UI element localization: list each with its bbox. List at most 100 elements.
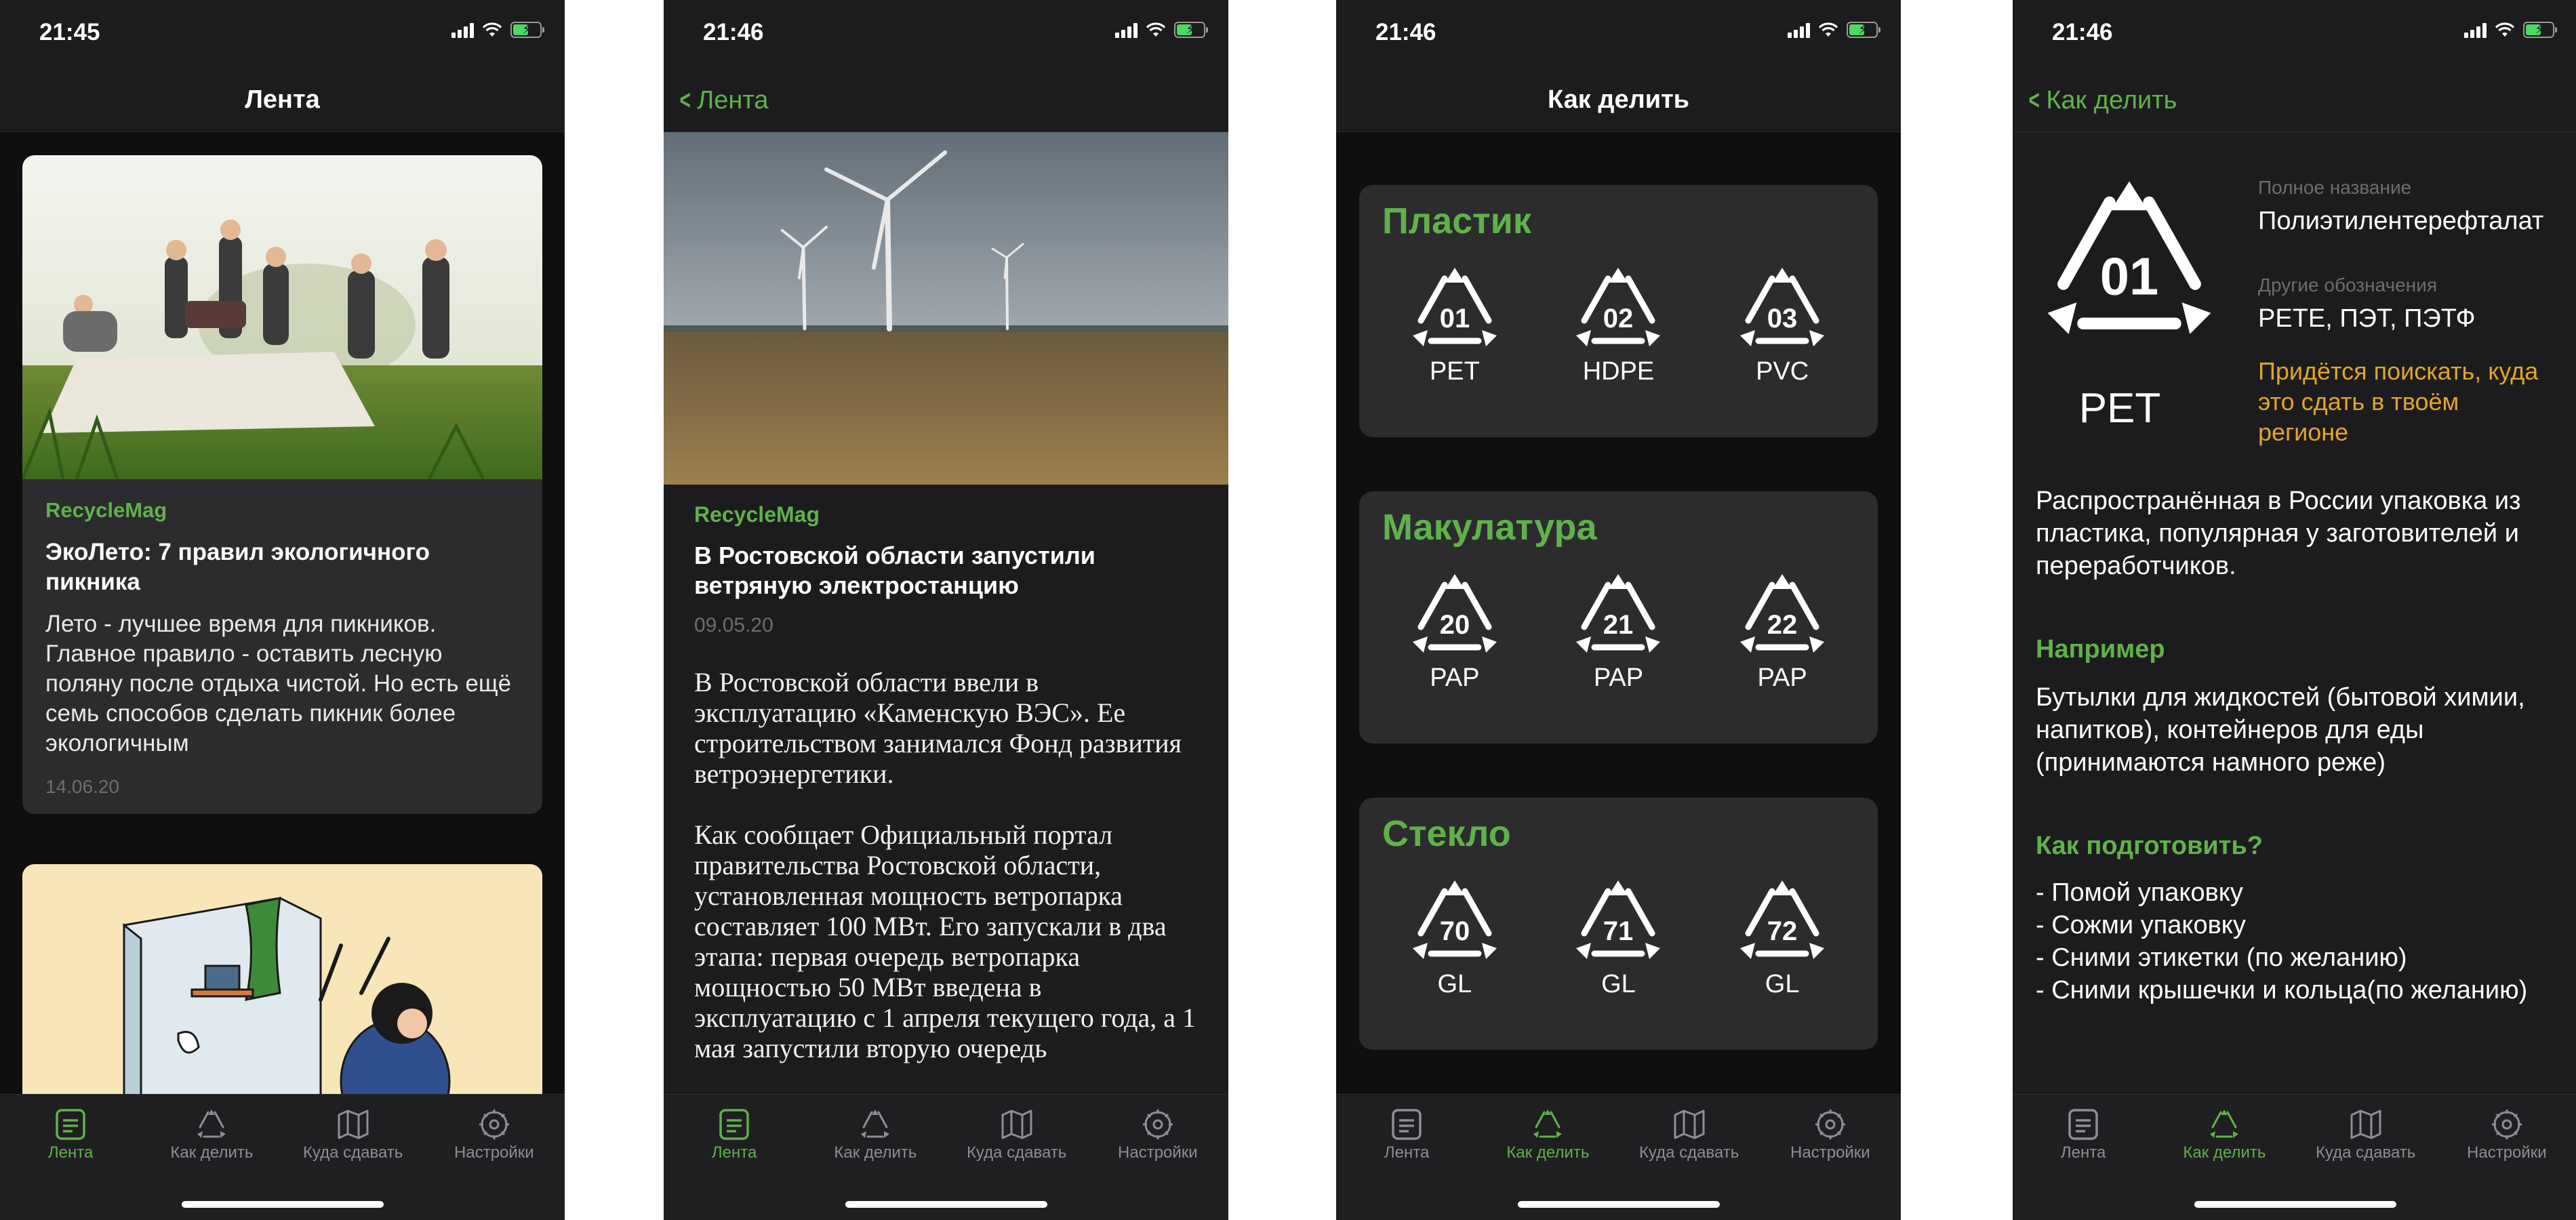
tab-label: Как делить — [1506, 1143, 1590, 1162]
code-item-01[interactable]: 01 PET — [1387, 265, 1523, 386]
example-heading: Например — [2036, 635, 2165, 664]
gear-icon — [1815, 1110, 1845, 1139]
feed-icon — [2068, 1109, 2098, 1140]
battery-icon: ⚡ — [2523, 22, 2557, 38]
back-button[interactable]: < Как делить — [2026, 85, 2177, 116]
tab-feed[interactable]: Лента — [3, 1108, 138, 1162]
tab-label: Настройки — [1118, 1143, 1198, 1162]
signal-icon — [1115, 22, 1138, 38]
tab-label: Как делить — [170, 1143, 254, 1162]
recycle-triangle-icon: 71 — [1576, 880, 1661, 959]
status-bar: 21:45 ⚡ — [0, 0, 565, 68]
status-time: 21:46 — [703, 19, 764, 45]
map-icon — [1001, 1110, 1032, 1139]
wifi-icon — [1146, 22, 1166, 37]
home-indicator — [2194, 1201, 2396, 1208]
wifi-icon — [482, 22, 502, 37]
map-icon — [1674, 1110, 1705, 1139]
card-source: RecycleMag — [45, 498, 167, 522]
code-item-02[interactable]: 02 HDPE — [1550, 265, 1686, 386]
code-number: 71 — [1603, 916, 1634, 946]
article-card[interactable]: RecycleMag ЭкоЛето: 7 правил экологичног… — [22, 155, 542, 814]
tab-feed[interactable]: Лента — [2015, 1108, 2151, 1162]
recycle-icon — [861, 1110, 890, 1138]
signal-icon — [2464, 22, 2487, 38]
feed-icon — [56, 1109, 85, 1140]
screen-feed: 21:45 ⚡ Лента RecycleMag ЭкоЛето: 7 прав… — [0, 0, 565, 1220]
recycle-triangle-icon: 22 — [1740, 574, 1825, 653]
code-number: 72 — [1767, 916, 1798, 946]
tab-feed[interactable]: Лента — [1339, 1108, 1474, 1162]
example-text: Бутылки для жидкостей (бытовой химии, на… — [2036, 683, 2525, 777]
signal-icon — [1788, 22, 1810, 38]
code-number: 70 — [1440, 916, 1470, 946]
tab-settings[interactable]: Настройки — [1763, 1108, 1898, 1162]
tab-how-to-sort[interactable]: Как делить — [2156, 1108, 2292, 1162]
category-list[interactable]: Пластик 01 PET 02 HDPE 03 PVC Макулатура — [1336, 132, 1901, 1095]
tab-how-to-sort[interactable]: Как делить — [144, 1108, 279, 1162]
code-label: PET — [1429, 357, 1480, 386]
tab-where-to[interactable]: Куда сдавать — [949, 1108, 1085, 1162]
code-number: 20 — [1440, 610, 1470, 640]
tab-where-to[interactable]: Куда сдавать — [2298, 1108, 2434, 1162]
tab-how-to-sort[interactable]: Как делить — [807, 1108, 943, 1162]
tab-where-to[interactable]: Куда сдавать — [285, 1108, 421, 1162]
recycle-triangle-icon: 70 — [1412, 880, 1497, 959]
code-item-72[interactable]: 72 GL — [1714, 878, 1850, 999]
code-number: 22 — [1767, 610, 1798, 640]
nav-bar: < Лента — [664, 68, 1228, 132]
wifi-icon — [2495, 22, 2515, 37]
signal-icon — [451, 22, 474, 38]
tab-settings[interactable]: Настройки — [426, 1108, 562, 1162]
tab-label: Настройки — [2467, 1143, 2547, 1162]
code-label: GL — [1765, 970, 1800, 998]
status-time: 21:46 — [1375, 19, 1436, 45]
tab-feed[interactable]: Лента — [666, 1108, 802, 1162]
screen-article: 21:46 ⚡ < Лента RecycleMag В Ростовской … — [664, 0, 1228, 1220]
page-title: Как делить — [1547, 85, 1690, 114]
article-content[interactable]: RecycleMag В Ростовской области запустил… — [664, 132, 1228, 1095]
code-item-70[interactable]: 70 GL — [1387, 878, 1523, 999]
code-item-21[interactable]: 21 PAP — [1550, 571, 1686, 693]
tab-bar: Лента Как делить Куда сдавать Настройки — [664, 1094, 1228, 1220]
code-item-03[interactable]: 03 PVC — [1714, 265, 1850, 386]
tab-bar: Лента Как делить Куда сдавать Настройки — [0, 1094, 565, 1220]
status-bar: 21:46 ⚡ — [664, 0, 1228, 68]
code-item-20[interactable]: 20 PAP — [1387, 571, 1523, 693]
screen-code-detail: 21:46 ⚡ < Как делить 01 PET Полное назван… — [2013, 0, 2576, 1220]
tab-settings[interactable]: Настройки — [2439, 1108, 2575, 1162]
article-source: RecycleMag — [694, 502, 820, 527]
status-bar: 21:46 ⚡ — [1336, 0, 1901, 68]
gear-icon — [2491, 1110, 2522, 1139]
card-text: Лето - лучшее время для пикников. Главно… — [45, 611, 512, 756]
battery-icon: ⚡ — [1174, 22, 1208, 38]
recycle-triangle-icon: 72 — [1740, 880, 1825, 959]
home-indicator — [845, 1201, 1047, 1208]
category-title: Стекло — [1382, 813, 1511, 854]
back-label: Лента — [697, 86, 769, 115]
chevron-left-icon: < — [2028, 85, 2040, 115]
code-item-22[interactable]: 22 PAP — [1714, 571, 1850, 693]
article-card[interactable] — [22, 864, 542, 1095]
status-bar: 21:46 ⚡ — [2013, 0, 2576, 68]
tab-where-to[interactable]: Куда сдавать — [1622, 1108, 1757, 1162]
code-label: GL — [1601, 970, 1636, 998]
recycle-triangle-icon: 01 — [1412, 268, 1497, 346]
battery-icon: ⚡ — [1847, 22, 1880, 38]
tab-bar: Лента Как делить Куда сдавать Настройки — [1336, 1094, 1901, 1220]
card-title: ЭкоЛето: 7 правил экологичного пикника — [45, 539, 430, 595]
tab-settings[interactable]: Настройки — [1090, 1108, 1226, 1162]
feed-list[interactable]: RecycleMag ЭкоЛето: 7 правил экологичног… — [0, 132, 565, 1095]
article-body: В Ростовской области ввели в эксплуатаци… — [694, 667, 1196, 1063]
code-label: PVC — [1756, 357, 1809, 386]
code-label: GL — [1437, 970, 1472, 998]
recycle-triangle-icon: 03 — [1740, 268, 1825, 346]
nav-bar: Лента — [0, 68, 565, 132]
code-detail-content[interactable]: 01 PET Полное название Полиэтилентерефта… — [2013, 132, 2576, 1095]
code-item-71[interactable]: 71 GL — [1550, 878, 1686, 999]
gear-icon — [479, 1110, 509, 1139]
code-label: PAP — [1593, 664, 1644, 692]
screen-how-to-sort: 21:46 ⚡ Как делить Пластик 01 PET 02 HDP… — [1336, 0, 1901, 1220]
tab-how-to-sort[interactable]: Как делить — [1480, 1108, 1615, 1162]
back-button[interactable]: < Лента — [677, 85, 769, 116]
